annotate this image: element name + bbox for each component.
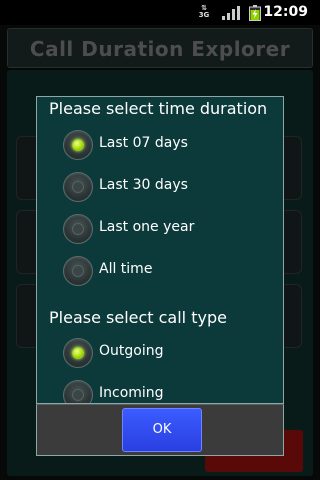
status-bar: ⇅ 3G 12:09 (0, 0, 320, 25)
option-label: Incoming (99, 385, 164, 401)
radio-option-incoming[interactable]: Incoming (63, 380, 263, 403)
option-label: Last 30 days (99, 177, 188, 193)
radio-indicator-icon (72, 389, 84, 401)
radio-option-outgoing[interactable]: Outgoing (63, 338, 263, 370)
radio-button[interactable] (63, 130, 93, 160)
radio-button[interactable] (63, 338, 93, 368)
filter-dialog: Please select time duration Last 07 days… (36, 96, 284, 404)
battery-charging-icon (249, 5, 261, 21)
option-label: Last one year (99, 219, 195, 235)
option-label: All time (99, 261, 153, 277)
radio-button[interactable] (63, 380, 93, 403)
radio-indicator-icon (72, 265, 84, 277)
duration-section-title: Please select time duration (49, 99, 268, 118)
radio-indicator-icon (72, 223, 84, 235)
signal-icon (222, 6, 240, 20)
option-label: Outgoing (99, 343, 164, 359)
radio-indicator-icon (72, 347, 84, 359)
radio-option-last-30-days[interactable]: Last 30 days (63, 172, 263, 204)
radio-button[interactable] (63, 256, 93, 286)
network-3g-icon: ⇅ 3G (198, 4, 210, 19)
dialog-button-bar: OK (36, 404, 284, 456)
option-label: Last 07 days (99, 135, 188, 151)
radio-button[interactable] (63, 214, 93, 244)
network-type: 3G (198, 11, 210, 19)
radio-option-all-time[interactable]: All time (63, 256, 263, 288)
ok-button[interactable]: OK (122, 408, 202, 452)
radio-option-last-one-year[interactable]: Last one year (63, 214, 263, 246)
status-time: 12:09 (263, 4, 308, 20)
radio-indicator-icon (72, 181, 84, 193)
radio-indicator-icon (72, 139, 84, 151)
radio-button[interactable] (63, 172, 93, 202)
call-type-section-title: Please select call type (49, 308, 227, 327)
radio-option-last-7-days[interactable]: Last 07 days (63, 130, 263, 162)
